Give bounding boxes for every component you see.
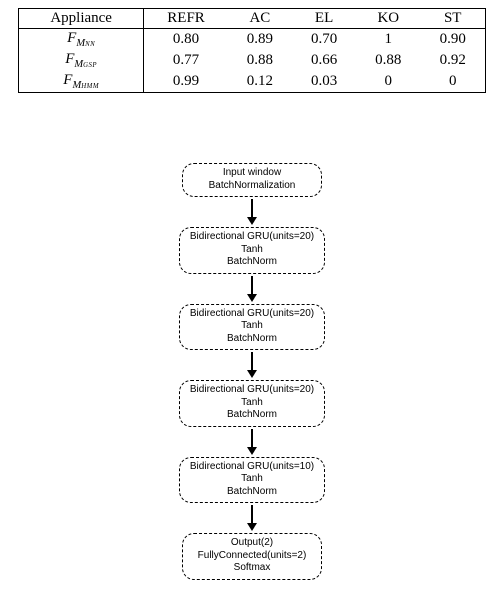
- row-label-nn: FMNN: [19, 29, 144, 51]
- node-line: Bidirectional GRU(units=20): [190, 308, 314, 321]
- node-line: Input window: [193, 167, 311, 180]
- arrow-down-icon: [247, 352, 257, 378]
- diagram-node-input: Input window BatchNormalization: [182, 163, 322, 197]
- diagram-node-gru20-3: Bidirectional GRU(units=20) Tanh BatchNo…: [179, 380, 325, 427]
- diagram-node-output: Output(2) FullyConnected(units=2) Softma…: [182, 533, 322, 580]
- table-row: FMGSP 0.77 0.88 0.66 0.88 0.92: [19, 50, 486, 71]
- cell: 0.90: [420, 29, 485, 51]
- cell: 0.80: [144, 29, 228, 51]
- node-line: BatchNorm: [190, 486, 314, 499]
- col-hdr-ko: KO: [356, 9, 420, 29]
- cell: 0.66: [292, 50, 356, 71]
- cell: 0.89: [228, 29, 292, 51]
- arrow-down-icon: [247, 429, 257, 455]
- cell: 1: [356, 29, 420, 51]
- arrow-down-icon: [247, 199, 257, 225]
- node-line: Bidirectional GRU(units=20): [190, 384, 314, 397]
- cell: 0.12: [228, 71, 292, 93]
- cell: 0: [356, 71, 420, 93]
- node-line: Tanh: [190, 320, 314, 333]
- cell: 0: [420, 71, 485, 93]
- cell: 0.03: [292, 71, 356, 93]
- arrow-down-icon: [247, 276, 257, 302]
- scores-table: Appliance REFR AC EL KO ST FMNN 0.80 0.8…: [18, 8, 486, 93]
- node-line: Bidirectional GRU(units=20): [190, 231, 314, 244]
- node-line: FullyConnected(units=2): [193, 550, 311, 563]
- node-line: Output(2): [193, 537, 311, 550]
- col-hdr-st: ST: [420, 9, 485, 29]
- cell: 0.99: [144, 71, 228, 93]
- row-label-gsp: FMGSP: [19, 50, 144, 71]
- table-row: FMNN 0.80 0.89 0.70 1 0.90: [19, 29, 486, 51]
- node-line: Bidirectional GRU(units=10): [190, 461, 314, 474]
- col-hdr-ac: AC: [228, 9, 292, 29]
- col-hdr-el: EL: [292, 9, 356, 29]
- node-line: BatchNorm: [190, 409, 314, 422]
- node-line: Softmax: [193, 562, 311, 575]
- col-hdr-appliance: Appliance: [19, 9, 144, 29]
- table-header-row: Appliance REFR AC EL KO ST: [19, 9, 486, 29]
- node-line: Tanh: [190, 473, 314, 486]
- col-hdr-refr: REFR: [144, 9, 228, 29]
- arrow-down-icon: [247, 505, 257, 531]
- row-label-hmm: FMHMM: [19, 71, 144, 93]
- architecture-diagram: Input window BatchNormalization Bidirect…: [18, 163, 486, 580]
- node-line: Tanh: [190, 397, 314, 410]
- node-line: BatchNorm: [190, 333, 314, 346]
- cell: 0.88: [356, 50, 420, 71]
- node-line: BatchNormalization: [193, 180, 311, 193]
- diagram-node-gru20-2: Bidirectional GRU(units=20) Tanh BatchNo…: [179, 304, 325, 351]
- cell: 0.77: [144, 50, 228, 71]
- cell: 0.70: [292, 29, 356, 51]
- cell: 0.88: [228, 50, 292, 71]
- table-row: FMHMM 0.99 0.12 0.03 0 0: [19, 71, 486, 93]
- cell: 0.92: [420, 50, 485, 71]
- diagram-node-gru20-1: Bidirectional GRU(units=20) Tanh BatchNo…: [179, 227, 325, 274]
- node-line: Tanh: [190, 244, 314, 257]
- diagram-node-gru10: Bidirectional GRU(units=10) Tanh BatchNo…: [179, 457, 325, 504]
- node-line: BatchNorm: [190, 256, 314, 269]
